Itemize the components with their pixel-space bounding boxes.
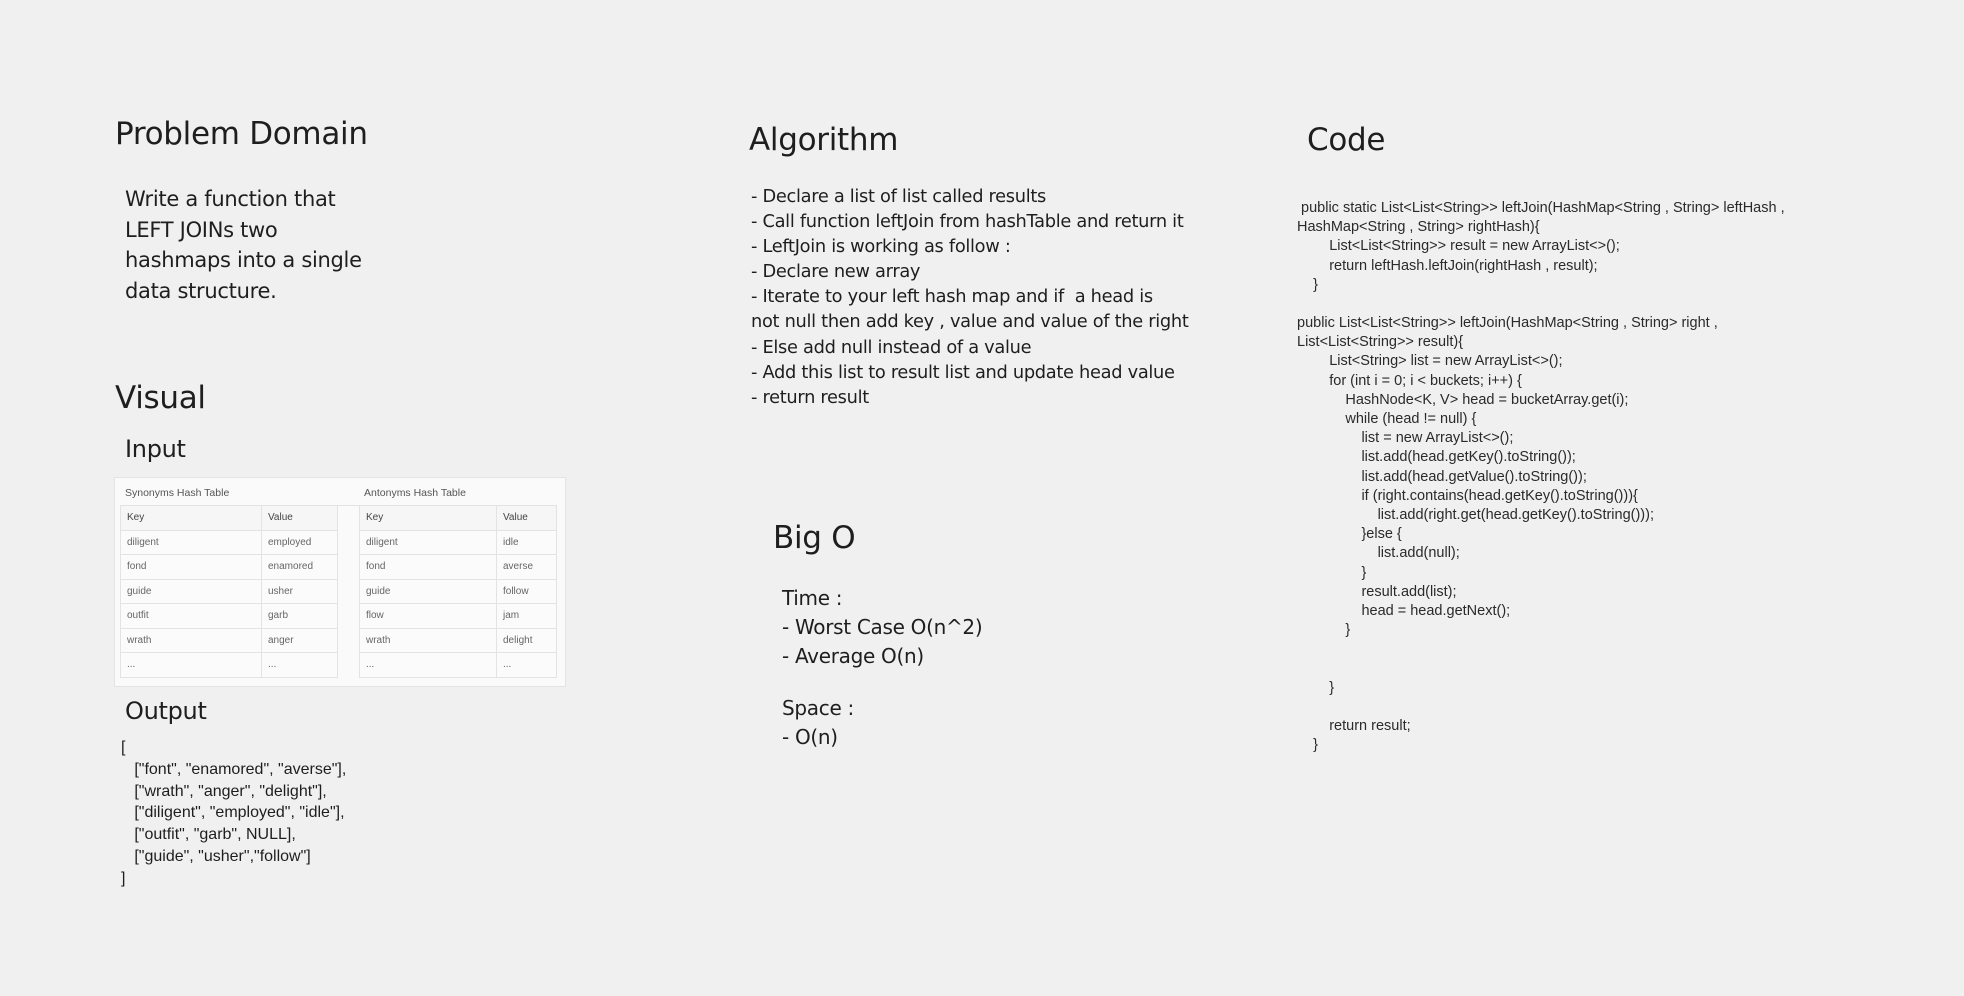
big-o-space: Space : - O(n) — [782, 696, 854, 749]
big-o-title: Big O — [773, 520, 856, 556]
antonyms-caption: Antonyms Hash Table — [364, 487, 466, 499]
table-cell: flow — [359, 603, 497, 629]
problem-domain-title: Problem Domain — [115, 116, 368, 152]
table-gap-divider — [338, 505, 359, 676]
input-tables-image: Synonyms Hash Table Key Value diligent em… — [114, 477, 566, 687]
table-row: ...... — [359, 652, 557, 678]
table-row: fond averse — [359, 554, 557, 580]
table-row: fond enamored — [120, 554, 338, 580]
table-cell: ... — [359, 652, 497, 678]
synonyms-header-key: Key — [120, 505, 262, 531]
table-cell: delight — [496, 627, 557, 653]
antonyms-header-key: Key — [359, 505, 497, 531]
table-cell: follow — [496, 578, 557, 604]
table-cell: ... — [120, 652, 262, 678]
table-cell: diligent — [120, 529, 262, 555]
output-title: Output — [125, 697, 207, 725]
table-cell: guide — [359, 578, 497, 604]
algorithm-title: Algorithm — [749, 122, 899, 158]
output-block: [ ["font", "enamored", "averse"], ["wrat… — [121, 739, 347, 887]
table-row: wrath anger — [120, 627, 338, 653]
table-row: diligent employed — [120, 529, 338, 555]
problem-domain-text: Write a function that LEFT JOINs two has… — [125, 187, 362, 303]
table-row: guide usher — [120, 578, 338, 604]
table-row: wrath delight — [359, 627, 557, 653]
table-cell: fond — [359, 554, 497, 580]
synonyms-caption: Synonyms Hash Table — [125, 487, 230, 499]
table-cell: enamored — [261, 554, 338, 580]
table-row: outfit garb — [120, 603, 338, 629]
synonyms-header-value: Value — [261, 505, 338, 531]
table-cell: anger — [261, 627, 338, 653]
table-cell: averse — [496, 554, 557, 580]
table-row: ...... — [120, 652, 338, 678]
algorithm-steps: - Declare a list of list called results … — [751, 186, 1189, 408]
synonyms-table: Key Value diligent employed fond enamored … — [120, 505, 338, 678]
table-cell: employed — [261, 529, 338, 555]
table-cell: fond — [120, 554, 262, 580]
table-cell: guide — [120, 578, 262, 604]
table-cell: garb — [261, 603, 338, 629]
big-o-time: Time : - Worst Case O(n^2) - Average O(n… — [782, 586, 983, 668]
table-cell: usher — [261, 578, 338, 604]
table-cell: jam — [496, 603, 557, 629]
table-cell: outfit — [120, 603, 262, 629]
table-cell: idle — [496, 529, 557, 555]
table-row: diligent idle — [359, 529, 557, 555]
table-cell: diligent — [359, 529, 497, 555]
code-title: Code — [1307, 122, 1386, 158]
table-cell: ... — [261, 652, 338, 678]
table-cell: ... — [496, 652, 557, 678]
antonyms-header-value: Value — [496, 505, 557, 531]
input-title: Input — [125, 435, 186, 463]
visual-title: Visual — [115, 380, 206, 416]
code-block-public-static: public static List<List<String>> leftJoi… — [1297, 200, 1785, 293]
table-cell: wrath — [359, 627, 497, 653]
table-cell: wrath — [120, 627, 262, 653]
table-row: guide follow — [359, 578, 557, 604]
table-row: flow jam — [359, 603, 557, 629]
code-block-left-join: public List<List<String>> leftJoin(HashM… — [1297, 315, 1718, 754]
antonyms-table: Key Value diligent idle fond averse guide f… — [359, 505, 557, 678]
